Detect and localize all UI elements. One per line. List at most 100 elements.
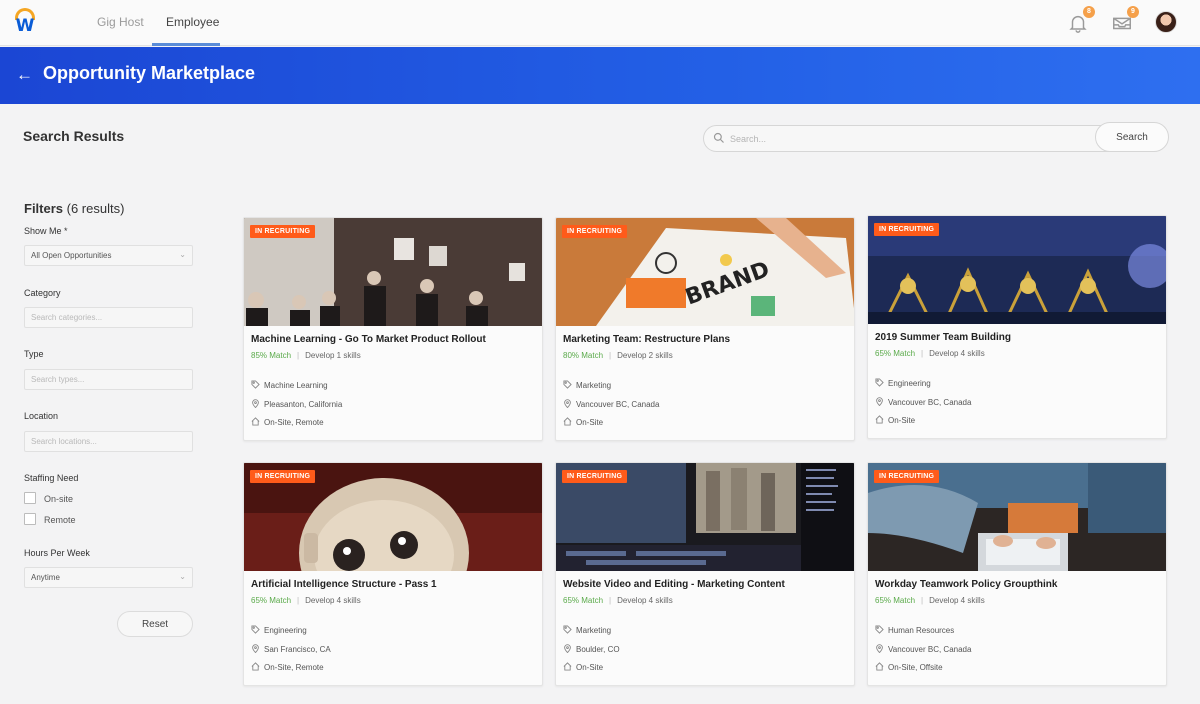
location-pin-icon [251, 399, 260, 408]
home-icon [563, 417, 572, 426]
home-icon [563, 662, 572, 671]
meta-separator: | [921, 349, 924, 358]
results-count: (6 results) [66, 201, 125, 216]
tab-gig-host[interactable]: Gig Host [97, 15, 144, 29]
card-title[interactable]: 2019 Summer Team Building [875, 332, 1165, 343]
card-meta: 65% Match | Develop 4 skills [875, 596, 985, 605]
site-text: On-Site [576, 418, 604, 427]
logo-mark: W [15, 16, 35, 36]
category-text: Engineering [888, 379, 931, 388]
card-title[interactable]: Machine Learning - Go To Market Product … [251, 334, 541, 345]
search-results-title: Search Results [23, 128, 125, 144]
top-navigation: W Gig Host Employee 8 9 [0, 0, 1200, 46]
notifications-badge: 8 [1083, 6, 1095, 18]
show-me-select[interactable]: All Open Opportunities ⌄ [24, 245, 193, 266]
status-badge: IN RECRUITING [562, 225, 628, 238]
avatar[interactable] [1155, 11, 1177, 33]
match-percentage: 65% Match [563, 596, 604, 605]
back-arrow-icon[interactable]: ← [16, 65, 33, 85]
reset-button[interactable]: Reset [117, 611, 193, 637]
card-site: On-Site, Remote [251, 662, 324, 672]
onsite-checkbox[interactable] [24, 492, 36, 504]
card-location: Vancouver BC, Canada [875, 644, 971, 654]
card-category: Machine Learning [251, 380, 328, 390]
show-me-label: Show Me * [24, 226, 68, 236]
search-button[interactable]: Search [1095, 122, 1169, 152]
match-percentage: 65% Match [251, 596, 292, 605]
category-text: Machine Learning [264, 381, 328, 390]
home-icon [875, 662, 884, 671]
hours-per-week-label: Hours Per Week [24, 548, 90, 558]
onsite-checkbox-label[interactable]: On-site [44, 494, 73, 504]
workday-logo[interactable]: W [12, 8, 38, 36]
tag-icon [251, 380, 260, 389]
hours-per-week-value: Anytime [31, 573, 60, 582]
skills-count: Develop 4 skills [305, 596, 361, 605]
remote-checkbox[interactable] [24, 513, 36, 525]
search-icon [713, 132, 724, 143]
card-location: San Francisco, CA [251, 644, 331, 654]
search-input[interactable] [730, 131, 1060, 147]
card-location: Vancouver BC, Canada [563, 399, 659, 409]
type-search-input[interactable] [24, 369, 193, 390]
status-badge: IN RECRUITING [562, 470, 628, 483]
site-text: On-Site [576, 663, 604, 672]
show-me-value: All Open Opportunities [31, 251, 112, 260]
card-site: On-Site [563, 417, 603, 427]
tag-icon [251, 625, 260, 634]
card-meta: 65% Match | Develop 4 skills [563, 596, 673, 605]
card-title[interactable]: Website Video and Editing - Marketing Co… [563, 579, 853, 590]
notifications-button[interactable]: 8 [1067, 6, 1095, 34]
card-title[interactable]: Marketing Team: Restructure Plans [563, 334, 853, 345]
tab-employee[interactable]: Employee [166, 15, 219, 29]
skills-count: Develop 4 skills [929, 596, 985, 605]
meta-separator: | [297, 596, 300, 605]
page-title: Opportunity Marketplace [43, 63, 256, 83]
card-meta: 65% Match | Develop 4 skills [875, 349, 985, 358]
card-meta: 65% Match | Develop 4 skills [251, 596, 361, 605]
opportunity-card[interactable]: IN RECRUITING Website Video and Editing … [555, 462, 855, 686]
skills-count: Develop 4 skills [929, 349, 985, 358]
site-text: On-Site, Remote [264, 418, 324, 427]
location-pin-icon [875, 397, 884, 406]
category-search-input[interactable] [24, 307, 193, 328]
opportunity-card[interactable]: IN RECRUITING Workday Teamwork Policy Gr… [867, 462, 1167, 686]
match-percentage: 85% Match [251, 351, 292, 360]
card-site: On-Site [563, 662, 603, 672]
card-location: Pleasanton, California [251, 399, 342, 409]
location-search-input[interactable] [24, 431, 193, 452]
meta-separator: | [609, 596, 612, 605]
location-text: Vancouver BC, Canada [888, 398, 972, 407]
status-badge: IN RECRUITING [874, 470, 940, 483]
opportunity-card[interactable]: IN RECRUITING 2019 Summer Team Building … [867, 215, 1167, 439]
card-title[interactable]: Workday Teamwork Policy Groupthink [875, 579, 1165, 590]
card-site: On-Site [875, 415, 915, 425]
home-icon [251, 662, 260, 671]
opportunity-card[interactable]: IN RECRUITING Artificial Intelligence St… [243, 462, 543, 686]
category-text: Engineering [264, 626, 307, 635]
card-category: Marketing [563, 380, 611, 390]
card-location: Boulder, CO [563, 644, 620, 654]
inbox-badge: 9 [1127, 6, 1139, 18]
meta-separator: | [921, 596, 924, 605]
card-meta: 80% Match | Develop 2 skills [563, 351, 673, 360]
hours-per-week-select[interactable]: Anytime ⌄ [24, 567, 193, 588]
location-pin-icon [251, 644, 260, 653]
location-pin-icon [563, 399, 572, 408]
inbox-button[interactable]: 9 [1111, 6, 1139, 34]
category-text: Marketing [576, 381, 612, 390]
opportunity-card[interactable]: IN RECRUITING Machine Learning - Go To M… [243, 217, 543, 441]
opportunity-card[interactable]: BRAND IN RECRUITING Marketing Team: Rest… [555, 217, 855, 441]
home-icon [875, 415, 884, 424]
card-meta: 85% Match | Develop 1 skills [251, 351, 361, 360]
filters-heading: Filters (6 results) [24, 201, 124, 216]
meta-separator: | [609, 351, 612, 360]
skills-count: Develop 4 skills [617, 596, 673, 605]
remote-checkbox-label[interactable]: Remote [44, 515, 76, 525]
card-category: Human Resources [875, 625, 954, 635]
filters-title: Filters [24, 201, 64, 216]
skills-count: Develop 1 skills [305, 351, 361, 360]
card-title[interactable]: Artificial Intelligence Structure - Pass… [251, 579, 541, 590]
category-label: Category [24, 288, 61, 298]
active-tab-indicator [152, 43, 220, 46]
